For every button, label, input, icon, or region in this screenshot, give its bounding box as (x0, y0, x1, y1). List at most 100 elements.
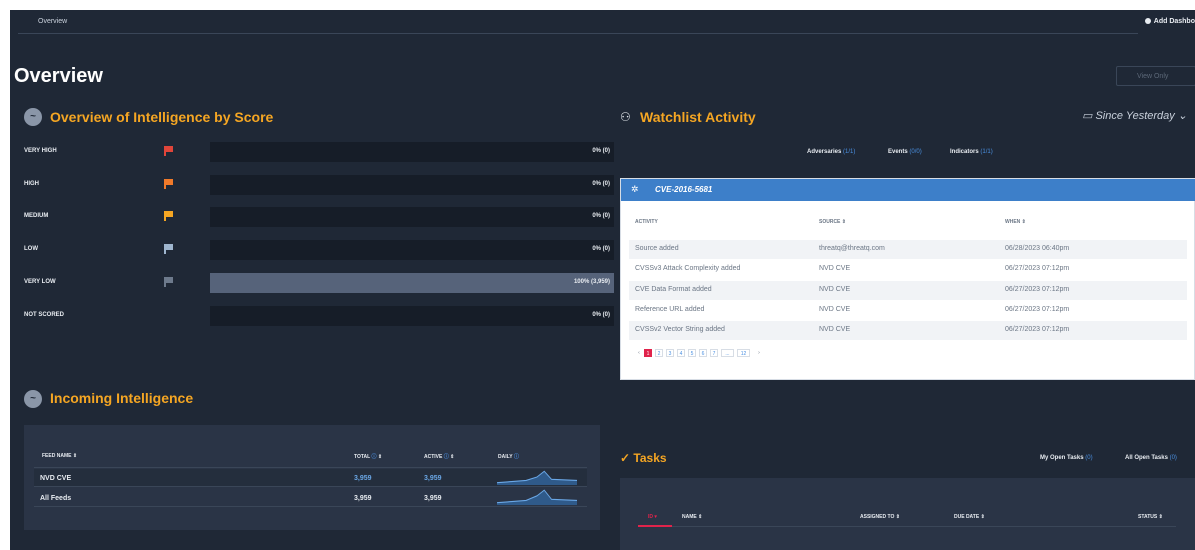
activity-text: CVSSv2 Vector String added (635, 326, 725, 334)
feed-active[interactable]: 3,959 (424, 475, 442, 482)
feed-total[interactable]: 3,959 (354, 475, 372, 482)
score-value: 0% (0) (592, 148, 610, 154)
activity-row: Source added threatq@threatq.com 06/28/202… (629, 240, 1187, 259)
when-header-label: WHEN (1005, 219, 1021, 225)
sparkline-area (497, 490, 577, 505)
tasks-title-label: Tasks (633, 451, 667, 465)
daily-header-label: DAILY (498, 454, 513, 460)
top-divider (18, 33, 1138, 34)
feed-name[interactable]: All Feeds (40, 495, 71, 502)
flag-cloth (165, 179, 173, 185)
flag-icon (164, 277, 174, 287)
calendar-icon: ▭ (1082, 110, 1093, 122)
page-button[interactable]: 1 (644, 349, 652, 357)
score-bar: 0% (0) (210, 240, 614, 260)
score-row[interactable]: VERY LOW 100% (3,959) (24, 273, 614, 293)
add-dashboard-button[interactable]: Add Dashbo (1144, 18, 1195, 25)
score-label: MEDIUM (24, 213, 49, 219)
filter-count: (1/1) (843, 149, 856, 155)
flag-icon (164, 179, 174, 189)
next-page-icon[interactable]: › (755, 349, 763, 357)
view-only-button[interactable]: View Only (1116, 66, 1195, 86)
score-bar: 0% (0) (210, 142, 614, 162)
plus-icon (1144, 18, 1151, 24)
assigned-header[interactable]: ASSIGNED TO ⇕ (860, 514, 900, 520)
page-button[interactable]: ... (721, 349, 734, 357)
page-button[interactable]: 12 (737, 349, 750, 357)
status-header-label: STATUS (1138, 514, 1158, 520)
when-header[interactable]: WHEN ⇕ (1005, 219, 1026, 225)
page-button[interactable]: 4 (677, 349, 685, 357)
page-title: Overview (14, 65, 103, 87)
page-button[interactable]: 3 (666, 349, 674, 357)
tasks-tab[interactable]: My Open Tasks (0) (1040, 455, 1093, 461)
id-header[interactable]: ID ▾ (648, 514, 657, 520)
feed-name-header[interactable]: FEED NAME ⇕ (42, 453, 77, 459)
watchlist-filter-events[interactable]: Events (0/0) (888, 149, 922, 155)
activity-when: 06/27/2023 07:12pm (1005, 285, 1070, 293)
prev-page-icon[interactable]: ‹ (635, 349, 643, 357)
flag-icon (164, 244, 174, 254)
feed-row[interactable]: NVD CVE 3,959 3,959 (34, 469, 587, 487)
total-header-label: TOTAL (354, 454, 371, 460)
activity-source: threatq@threatq.com (819, 245, 885, 252)
status-header[interactable]: STATUS ⇕ (1138, 514, 1163, 520)
activity-row: CVSSv2 Vector String added NVD CVE 06/27/2… (629, 321, 1187, 341)
source-header[interactable]: SOURCE ⇕ (819, 219, 846, 225)
activity-text: CVSSv3 Attack Complexity added (635, 265, 741, 273)
tasks-tab-label: All Open Tasks (1125, 455, 1168, 461)
page-button[interactable]: 5 (688, 349, 696, 357)
cve-card: ✲ CVE-2016-5681 ACTIVITY SOURCE ⇕ WHEN ⇕… (620, 178, 1195, 380)
filter-count: (0/0) (909, 149, 922, 155)
activity-row: CVE Data Format added NVD CVE 06/27/2023 0… (629, 280, 1187, 300)
breadcrumb[interactable]: Overview (38, 18, 67, 25)
page-button[interactable]: 2 (655, 349, 663, 357)
score-row[interactable]: VERY HIGH 0% (0) (24, 142, 614, 162)
since-dropdown[interactable]: ▭ Since Yesterday ⌄ (1082, 109, 1187, 122)
tasks-section-title: ✓ Tasks (620, 451, 667, 465)
score-bar-fill (210, 273, 614, 293)
activity-when: 06/27/2023 07:12pm (1005, 265, 1070, 273)
pulse-icon: ~ (24, 390, 42, 408)
activity-source: NVD CVE (819, 305, 851, 313)
pulse-icon: ~ (24, 108, 42, 126)
filter-label: Indicators (950, 149, 979, 155)
feed-total[interactable]: 3,959 (354, 495, 372, 502)
tasks-tab[interactable]: All Open Tasks (0) (1125, 455, 1177, 461)
watchlist-filter-adversaries[interactable]: Adversaries (1/1) (807, 149, 855, 155)
active-header-label: ACTIVE (424, 454, 443, 460)
watchlist-filter-indicators[interactable]: Indicators (1/1) (950, 149, 993, 155)
score-value: 0% (0) (592, 181, 610, 187)
score-row[interactable]: NOT SCORED 0% (0) (24, 306, 614, 326)
header-divider (34, 467, 587, 468)
name-header[interactable]: NAME ⇕ (682, 514, 702, 520)
tasks-tab-count: (0) (1085, 455, 1093, 461)
filter-label: Events (888, 149, 908, 155)
score-row[interactable]: MEDIUM 0% (0) (24, 207, 614, 227)
active-header[interactable]: ACTIVE ⓘ ⇕ (424, 453, 454, 460)
feed-active[interactable]: 3,959 (424, 495, 442, 502)
assigned-header-label: ASSIGNED TO (860, 514, 895, 520)
feed-name[interactable]: NVD CVE (40, 475, 71, 482)
total-header[interactable]: TOTAL ⓘ ⇕ (354, 453, 382, 460)
score-row[interactable]: HIGH 0% (0) (24, 175, 614, 195)
daily-sparkline (497, 470, 577, 485)
flag-icon (164, 211, 174, 221)
page-button[interactable]: 7 (710, 349, 718, 357)
info-icon: ⓘ (513, 454, 519, 460)
feed-row[interactable]: All Feeds 3,959 3,959 (34, 489, 587, 507)
page-button[interactable]: 6 (699, 349, 707, 357)
bug-icon: ✲ (631, 184, 639, 194)
activity-text: CVE Data Format added (635, 285, 712, 293)
score-label: VERY LOW (24, 279, 56, 285)
flag-cloth (165, 211, 173, 217)
row-divider (34, 506, 587, 507)
score-row[interactable]: LOW 0% (0) (24, 240, 614, 260)
cve-title[interactable]: CVE-2016-5681 (655, 185, 712, 194)
activity-when: 06/28/2023 06:40pm (1005, 245, 1070, 252)
score-value: 100% (3,959) (573, 279, 610, 285)
cve-card-header: ✲ CVE-2016-5681 (621, 179, 1195, 201)
name-header-label: NAME (682, 514, 697, 520)
due-date-header[interactable]: DUE DATE ⇕ (954, 514, 985, 520)
check-circle-icon: ✓ (620, 451, 631, 465)
